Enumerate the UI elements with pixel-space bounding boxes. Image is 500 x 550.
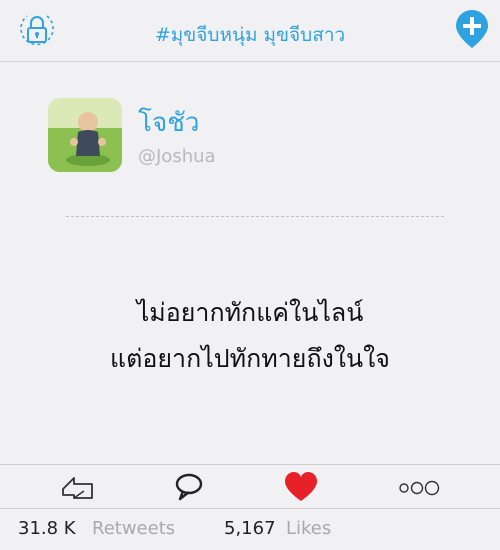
username-handle[interactable]: @Joshua xyxy=(138,146,216,167)
speech-bubble-icon[interactable] xyxy=(174,471,204,503)
action-bar xyxy=(0,464,500,509)
post-line-2: แต่อยากไปทักทายถึงในใจ xyxy=(110,344,390,373)
post-text: ไม่อยากทักแค่ในไลน์ แต่อยากไปทักทายถึงใน… xyxy=(0,290,500,382)
more-icon[interactable] xyxy=(396,471,442,503)
likes-count[interactable]: 5,167 xyxy=(224,518,276,539)
retweets-label: Retweets xyxy=(92,518,176,539)
page-title: #มุขจีบหนุ่ม มุขจีบสาว xyxy=(154,24,346,46)
stats-bar: 31.8 K Retweets 5,167 Likes xyxy=(0,518,500,546)
retweet-icon[interactable] xyxy=(60,471,96,503)
likes-label: Likes xyxy=(286,518,332,539)
heart-icon[interactable] xyxy=(284,471,318,503)
baby-photo xyxy=(48,98,122,172)
top-bar: #มุขจีบหนุ่ม มุขจีบสาว xyxy=(0,0,500,62)
display-name[interactable]: โจชัว xyxy=(138,102,199,143)
divider xyxy=(66,216,444,217)
add-location-icon[interactable] xyxy=(454,8,490,50)
post-line-1: ไม่อยากทักแค่ในไลน์ xyxy=(136,298,364,327)
retweets-count[interactable]: 31.8 K xyxy=(18,518,76,539)
avatar[interactable] xyxy=(48,98,122,172)
